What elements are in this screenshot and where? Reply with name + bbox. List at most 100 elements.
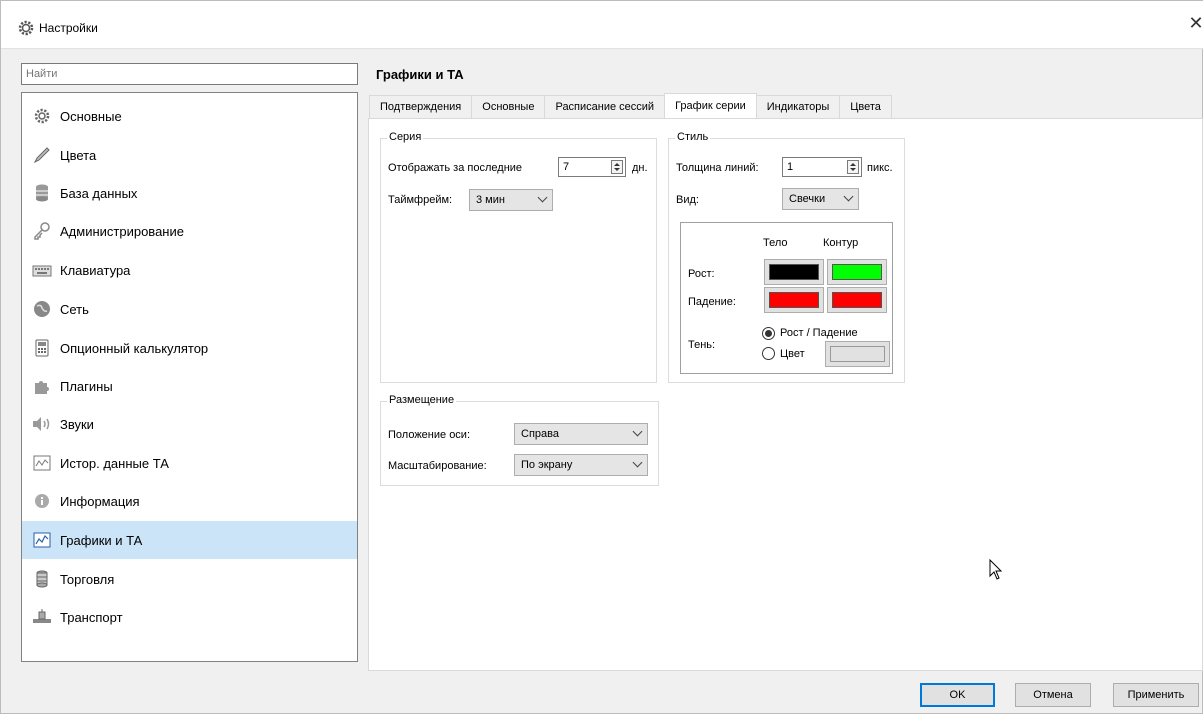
tab-colors[interactable]: Цвета <box>839 95 892 118</box>
tab-confirmations[interactable]: Подтверждения <box>369 95 473 118</box>
fall-body-swatch <box>769 292 819 308</box>
placement-group: Размещение Положение оси: Справа Масштаб… <box>380 394 659 486</box>
axis-position-select[interactable]: Справа <box>514 423 648 445</box>
coins-icon <box>32 569 52 589</box>
key-icon <box>32 221 52 241</box>
outline-header: Контур <box>823 237 859 249</box>
sidebar: Основные Цвета База данных Администриров… <box>21 92 358 662</box>
sidebar-item-general[interactable]: Основные <box>22 97 357 135</box>
line-width-spinbox[interactable]: 1 <box>782 157 862 177</box>
puzzle-icon <box>32 376 52 396</box>
rise-body-color-button[interactable] <box>764 259 824 285</box>
show-last-spinbox[interactable]: 7 <box>558 157 626 177</box>
brush-icon <box>32 145 52 165</box>
ok-button[interactable]: OK <box>920 683 995 707</box>
sidebar-item-keyboard[interactable]: Клавиатура <box>22 251 357 289</box>
globe-icon <box>32 299 52 319</box>
apply-button[interactable]: Применить <box>1113 683 1199 707</box>
tab-general[interactable]: Основные <box>471 95 546 118</box>
view-select[interactable]: Свечки <box>782 188 859 210</box>
body-header: Тело <box>763 237 788 249</box>
axis-position-value: Справа <box>521 428 559 440</box>
tab-panel: Серия Отображать за последние 7 дн. Тайм… <box>368 118 1203 671</box>
sidebar-item-administration[interactable]: Администрирование <box>22 212 357 250</box>
sidebar-item-charts-ta[interactable]: Графики и ТА <box>22 521 357 559</box>
placement-group-title: Размещение <box>387 394 457 406</box>
section-title: Графики и ТА <box>376 67 464 82</box>
shadow-color-radio[interactable] <box>762 347 775 360</box>
sidebar-item-history-data[interactable]: Истор. данные ТА <box>22 444 357 482</box>
tab-session-schedule[interactable]: Расписание сессий <box>544 95 666 118</box>
close-button[interactable]: ✕ <box>1188 11 1203 35</box>
info-icon <box>32 491 52 511</box>
fall-body-color-button[interactable] <box>764 287 824 313</box>
sidebar-item-trading[interactable]: Торговля <box>22 560 357 598</box>
timeframe-label: Таймфрейм: <box>388 194 453 206</box>
history-chart-icon <box>32 453 52 473</box>
fall-label: Падение: <box>688 296 736 308</box>
timeframe-select[interactable]: 3 мин <box>469 189 553 211</box>
fall-outline-color-button[interactable] <box>827 287 887 313</box>
sidebar-item-plugins[interactable]: Плагины <box>22 367 357 405</box>
style-group-title: Стиль <box>675 131 711 143</box>
sidebar-item-information[interactable]: Информация <box>22 482 357 520</box>
chevron-down-icon <box>843 191 854 202</box>
tab-series-chart[interactable]: График серии <box>664 93 757 118</box>
chevron-down-icon <box>537 192 548 203</box>
cancel-button[interactable]: Отмена <box>1015 683 1091 707</box>
fall-outline-swatch <box>832 292 882 308</box>
shadow-option-1-label: Рост / Падение <box>780 327 858 339</box>
gear-icon <box>32 106 52 126</box>
chevron-down-icon <box>632 457 643 468</box>
transport-icon <box>32 607 52 627</box>
search-input[interactable] <box>21 63 358 85</box>
tab-indicators[interactable]: Индикаторы <box>755 95 841 118</box>
rise-outline-swatch <box>832 264 882 280</box>
show-last-value: 7 <box>563 161 570 173</box>
candle-colors-box: Тело Контур Рост: Падение: Рост / Падени <box>680 222 893 374</box>
tab-bar: Подтверждения Основные Расписание сессий… <box>369 93 892 118</box>
view-label: Вид: <box>676 194 699 206</box>
show-last-label: Отображать за последние <box>388 162 523 174</box>
style-group: Стиль Толщина линий: 1 пикс. Вид: Свечки… <box>668 131 905 383</box>
axis-position-label: Положение оси: <box>388 429 471 441</box>
shadow-option-2-label: Цвет <box>780 348 805 360</box>
series-group-title: Серия <box>387 131 424 143</box>
spin-arrows-icon[interactable] <box>847 160 859 174</box>
settings-window: Настройки ✕ Основные Цвета База данных А… <box>0 0 1203 714</box>
line-width-value: 1 <box>787 161 794 173</box>
sidebar-item-colors[interactable]: Цвета <box>22 136 357 174</box>
view-value: Свечки <box>789 193 826 205</box>
window-title: Настройки <box>39 21 98 35</box>
chart-icon <box>32 530 52 550</box>
gear-icon <box>18 20 34 36</box>
sidebar-item-transport[interactable]: Транспорт <box>22 598 357 636</box>
rise-label: Рост: <box>688 268 715 280</box>
sidebar-item-database[interactable]: База данных <box>22 174 357 212</box>
database-icon <box>32 183 52 203</box>
sidebar-item-network[interactable]: Сеть <box>22 290 357 328</box>
scaling-select[interactable]: По экрану <box>514 454 648 476</box>
timeframe-value: 3 мин <box>476 194 505 206</box>
mouse-cursor-icon <box>989 558 1003 584</box>
scaling-value: По экрану <box>521 459 573 471</box>
rise-body-swatch <box>769 264 819 280</box>
calculator-icon <box>32 338 52 358</box>
show-last-unit: дн. <box>632 162 648 174</box>
shadow-color-button[interactable] <box>825 341 890 367</box>
line-width-unit: пикс. <box>867 162 893 174</box>
shadow-label: Тень: <box>688 339 716 351</box>
sidebar-item-sounds[interactable]: Звуки <box>22 405 357 443</box>
keyboard-icon <box>32 260 52 280</box>
spin-arrows-icon[interactable] <box>611 160 623 174</box>
rise-outline-color-button[interactable] <box>827 259 887 285</box>
line-width-label: Толщина линий: <box>676 162 759 174</box>
shadow-rise-fall-radio[interactable] <box>762 327 775 340</box>
shadow-color-swatch <box>830 346 885 362</box>
chevron-down-icon <box>632 426 643 437</box>
scaling-label: Масштабирование: <box>388 460 487 472</box>
series-group: Серия Отображать за последние 7 дн. Тайм… <box>380 131 657 383</box>
speaker-icon <box>32 414 52 434</box>
sidebar-item-option-calculator[interactable]: Опционный калькулятор <box>22 329 357 367</box>
title-bar: Настройки ✕ <box>1 1 1203 49</box>
